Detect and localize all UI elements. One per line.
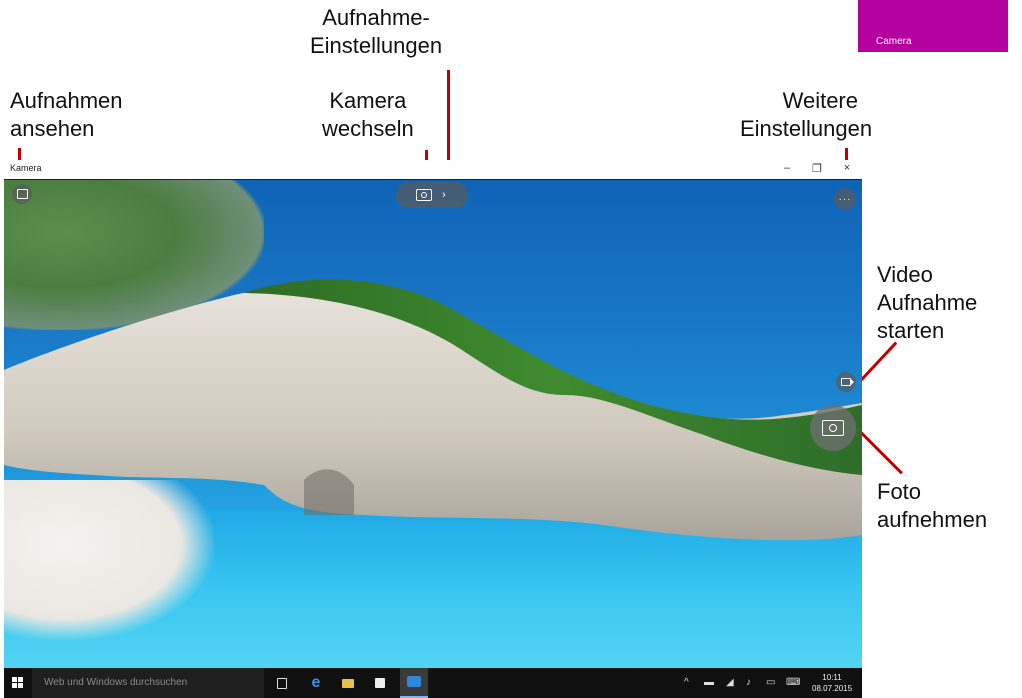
volume-icon[interactable]: ♪ — [746, 677, 751, 688]
window-title: Kamera — [10, 163, 42, 173]
annotation-switch-camera: Kamera wechseln — [322, 88, 414, 141]
task-view-icon[interactable] — [274, 675, 290, 691]
annotation-capture-settings: Aufnahme- Einstellungen — [310, 5, 443, 58]
camera-app-tile: Camera — [858, 0, 1008, 52]
camera-switch-icon[interactable] — [416, 189, 432, 201]
camera-taskbar-button[interactable] — [400, 668, 428, 698]
annotation-start-video: Video Aufnahme starten — [877, 262, 978, 343]
edge-browser-icon[interactable]: e — [308, 674, 324, 691]
action-center-icon[interactable]: ▭ — [766, 677, 775, 688]
annotation-view-captures: Aufnahmen ansehen — [10, 88, 123, 141]
clock-date: 08.07.2015 — [812, 684, 853, 693]
restore-button[interactable]: ❐ — [810, 162, 824, 175]
taskbar: Web und Windows durchsuchen e ^ ▬ ◢ ♪ ▭ … — [4, 668, 862, 698]
switch-camera-control[interactable]: › — [396, 182, 468, 208]
clock-time: 10:11 — [822, 673, 842, 682]
pointer-line-take-photo — [856, 428, 903, 475]
battery-icon[interactable]: ▬ — [704, 677, 714, 688]
video-icon — [841, 378, 854, 386]
annotation-more-settings: Weitere Einstellungen — [740, 88, 873, 141]
camera-preview — [4, 180, 862, 668]
taskbar-search-box[interactable]: Web und Windows durchsuchen — [32, 668, 264, 698]
title-bar: Kamera – ❐ × — [4, 160, 862, 180]
network-icon[interactable]: ◢ — [726, 677, 734, 688]
take-photo-button[interactable] — [810, 405, 856, 451]
annotation-take-photo: Foto aufnehmen — [877, 479, 988, 532]
file-explorer-icon[interactable] — [340, 675, 356, 691]
camera-app-tile-label: Camera — [876, 36, 912, 47]
pointer-line-start-video — [856, 341, 898, 385]
capture-settings-chevron-icon[interactable]: › — [442, 189, 446, 201]
gallery-icon — [16, 189, 28, 199]
preview-beach — [4, 480, 214, 640]
close-button[interactable]: × — [840, 162, 854, 174]
camera-icon — [822, 420, 844, 436]
more-settings-button[interactable]: ··· — [834, 188, 856, 210]
tray-chevron-icon[interactable]: ^ — [684, 677, 689, 688]
store-icon[interactable] — [372, 675, 388, 691]
view-captures-button[interactable] — [12, 184, 32, 204]
minimize-button[interactable]: – — [780, 162, 794, 174]
keyboard-icon[interactable]: ⌨ — [786, 677, 800, 688]
start-button[interactable] — [12, 677, 24, 689]
taskbar-clock[interactable]: 10:11 08.07.2015 — [812, 672, 852, 694]
start-video-button[interactable] — [836, 372, 856, 392]
camera-window: Kamera – ❐ × › ··· — [4, 160, 862, 668]
